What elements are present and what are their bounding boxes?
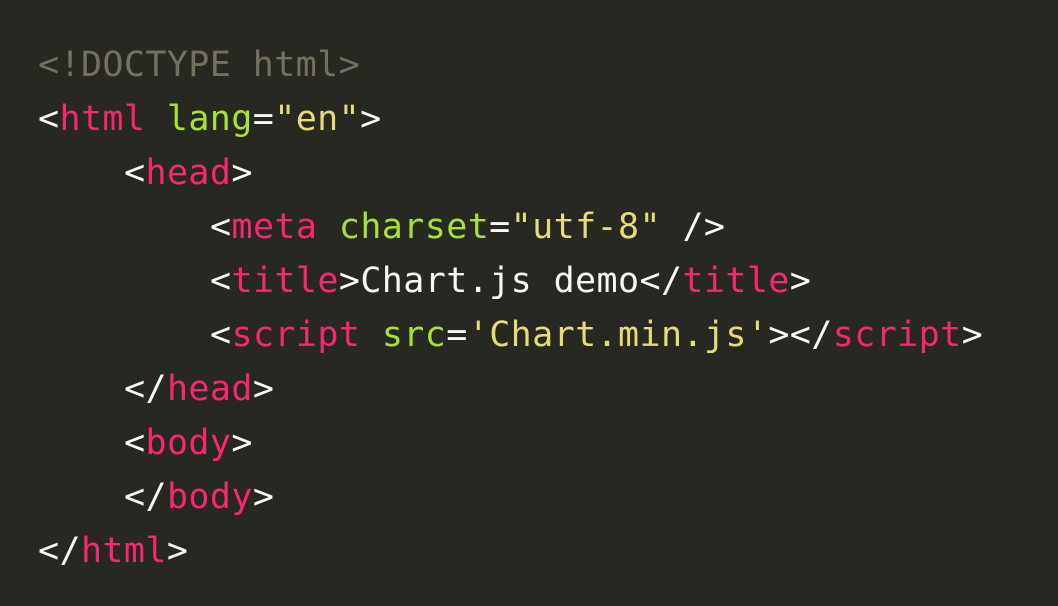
tag-name-body-open: body [145,423,232,463]
tag-name-head-close: head [166,369,253,409]
code-line-body-close: </body> [124,477,275,517]
attr-name-src: src [381,315,447,355]
code-line-meta: <meta charset="utf-8" /> [210,207,726,247]
tag-name-head: head [145,153,232,193]
code-line-head-open: <head> [124,153,253,193]
code-line-title: <title>Chart.js demo</title> [210,261,812,301]
doctype-declaration: <!DOCTYPE html> [38,45,361,85]
attr-name-charset: charset [338,207,490,247]
attr-name-lang: lang [166,99,253,139]
tag-name-title-open: title [231,261,339,301]
code-line-html-close: </html> [38,531,189,571]
tag-name-html: html [59,99,146,139]
code-line-head-close: </head> [124,369,275,409]
code-editor: <!DOCTYPE html> <html lang="en"> <head> … [0,0,1058,606]
title-text: Chart.js demo [360,261,640,301]
tag-name-body-close: body [166,477,253,517]
code-line-script: <script src='Chart.min.js'></script> [210,315,984,355]
attr-value-src: 'Chart.min.js' [467,315,769,355]
code-line-doctype: <!DOCTYPE html> [38,38,1058,92]
attr-value-charset: "utf-8" [510,207,661,247]
tag-name-html-close: html [80,531,167,571]
tag-name-script-open: script [231,315,361,355]
tag-name-meta: meta [231,207,318,247]
attr-value-lang: "en" [274,99,361,139]
tag-name-script-close: script [832,315,962,355]
tag-name-title-close: title [682,261,790,301]
code-line-html-open: <html lang="en"> [38,99,382,139]
code-line-body-open: <body> [124,423,253,463]
